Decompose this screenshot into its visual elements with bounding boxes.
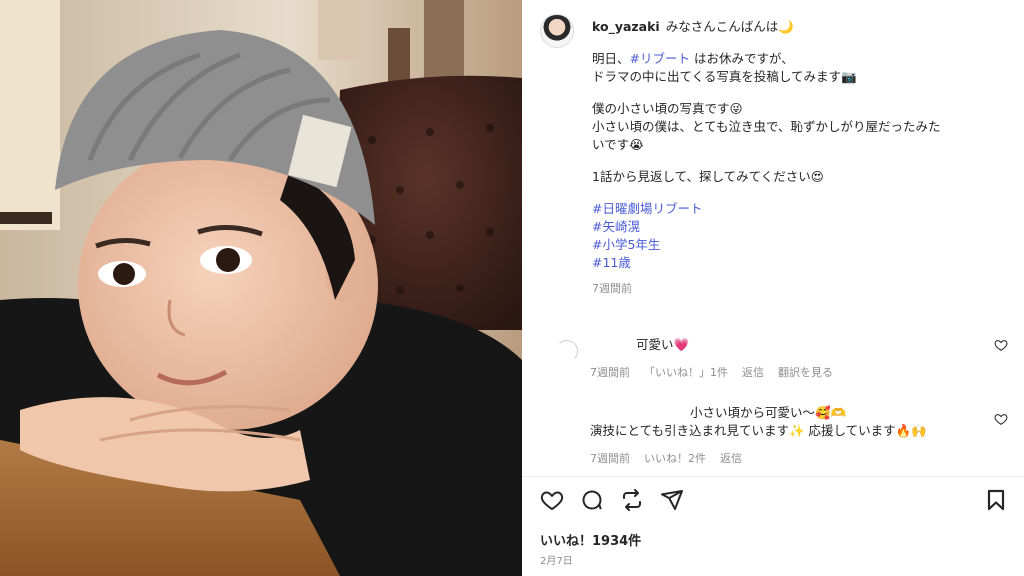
share-button[interactable] <box>658 486 686 514</box>
save-button[interactable] <box>982 486 1010 514</box>
repost-icon <box>623 489 641 511</box>
caption-line6: 1話から見返して、探してみてください😍 <box>592 169 824 184</box>
hashtag-link-reboot[interactable]: #リブート <box>630 51 690 66</box>
comment-text-line2: 演技にとても引き込まれ見ています✨ 応援しています🔥🙌 <box>590 423 927 438</box>
author-avatar[interactable] <box>540 14 574 48</box>
send-icon <box>661 490 683 510</box>
caption-line1-suffix: はお休みですが、 <box>690 51 794 66</box>
hashtag-link[interactable]: #日曜劇場リブート <box>592 200 1012 218</box>
hashtag-link[interactable]: #小学5年生 <box>592 236 1012 254</box>
post-time: 7週間前 <box>592 282 632 295</box>
commenter-avatar[interactable] <box>556 340 578 362</box>
comment-text: 可愛い💗 <box>636 337 690 352</box>
post-photo <box>0 0 522 576</box>
caption-block: ko_yazaki みなさんこんばんは🌙 明日、#リブート はお休みですが、 ドラ… <box>540 14 1012 298</box>
comment-meta: 7週間前 「いいね！」1件 返信 翻訳を見る <box>562 364 1002 382</box>
caption-line2: ドラマの中に出てくる写真を投稿してみます📷 <box>592 69 857 84</box>
comment-item: 小さい頃から可愛い〜🥰🫶 演技にとても引き込まれ見ています✨ 応援しています🔥🙌… <box>562 404 1008 468</box>
author-username[interactable]: ko_yazaki <box>592 19 660 34</box>
post-date: 2月7日 <box>540 556 573 567</box>
comment-icon <box>582 490 602 510</box>
heart-icon[interactable] <box>994 412 1008 426</box>
heart-icon[interactable] <box>994 338 1008 352</box>
comment-button[interactable] <box>578 486 606 514</box>
bookmark-icon <box>987 489 1005 511</box>
child-photo-illustration <box>0 0 522 576</box>
hashtag-link[interactable]: #矢崎滉 <box>592 218 1012 236</box>
comment-time: 7週間前 <box>590 452 630 465</box>
translate-button[interactable]: 翻訳を見る <box>778 364 833 382</box>
comment-meta: 7週間前 いいね！2件 返信 <box>562 450 1002 468</box>
repost-button[interactable] <box>618 486 646 514</box>
hashtag-link[interactable]: #11歳 <box>592 254 1012 272</box>
post-detail-panel: ko_yazaki みなさんこんばんは🌙 明日、#リブート はお休みですが、 ドラ… <box>522 0 1024 576</box>
reply-button[interactable]: 返信 <box>742 364 764 382</box>
comment-like-count[interactable]: 「いいね！」1件 <box>644 364 728 382</box>
comment-item: 可愛い💗 7週間前 「いいね！」1件 返信 翻訳を見る <box>556 336 1008 382</box>
like-button[interactable] <box>538 486 566 514</box>
comment-like-count[interactable]: いいね！2件 <box>644 450 706 468</box>
caption-line1-prefix: 明日、 <box>592 51 630 66</box>
caption-line5: いです😭 <box>592 137 644 152</box>
comment-text-line1: 小さい頃から可愛い〜🥰🫶 <box>690 405 847 420</box>
action-bar <box>538 486 1010 516</box>
comment-time: 7週間前 <box>590 366 630 379</box>
caption-first-line: みなさんこんばんは🌙 <box>665 19 794 34</box>
caption-line3: 僕の小さい頃の写真です😜 <box>592 101 743 116</box>
caption-text: ko_yazaki みなさんこんばんは🌙 明日、#リブート はお休みですが、 ドラ… <box>592 18 1012 298</box>
like-count[interactable]: いいね！1934件 <box>540 530 641 549</box>
caption-line4: 小さい頃の僕は、とても泣き虫で、恥ずかしがり屋だったみた <box>592 119 941 134</box>
reply-button[interactable]: 返信 <box>720 450 742 468</box>
heart-icon <box>540 491 564 511</box>
divider <box>522 476 1024 477</box>
